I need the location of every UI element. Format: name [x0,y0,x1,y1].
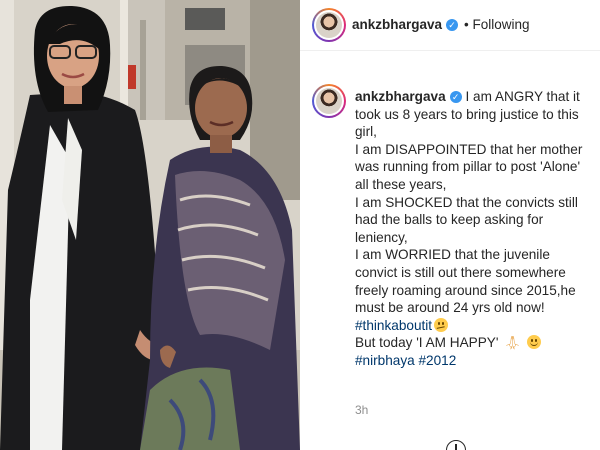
caption-line-5: was running from pillar to post 'Alone' [355,159,581,175]
caption-line-6: all these years, [355,176,447,192]
hashtag-2012[interactable]: #2012 [419,353,457,368]
caption-line-1: I am ANGRY that it [465,89,580,104]
header-username-link[interactable]: ankzbhargava ✓ [352,17,459,32]
post-panel: ankzbhargava ✓ • Following ankzbhargava ✓ … [300,0,600,450]
post-photo [0,0,300,450]
caption-line-7: I am SHOCKED that the convicts still [355,194,578,210]
smiling-face-emoji [526,335,541,350]
verified-badge-icon: ✓ [446,19,459,31]
caption-line-13: must be around 24 yrs old now! [355,300,545,316]
following-label[interactable]: Following [472,17,529,32]
hashtag-nirbhaya[interactable]: #nirbhaya [355,353,415,368]
caption-line-10: I am WORRIED that the juvenile [355,247,550,263]
post-header: ankzbhargava ✓ • Following [300,0,600,51]
caption-line-8: had the balls to keep asking for [355,212,544,228]
add-circle-icon[interactable] [446,440,466,450]
caption-line-12: freely roaming around since 2015,he [355,282,576,298]
caption-line-11: convict is still out there somewhere [355,264,566,280]
header-username[interactable]: ankzbhargava [352,17,442,32]
caption-line-2: took us 8 years to bring justice to this [355,106,579,122]
caption-username[interactable]: ankzbhargava [355,89,446,104]
following-button[interactable]: • Following [464,17,530,32]
caption-happy-line: But today 'I AM HAPPY' [355,335,503,351]
post-timestamp[interactable]: 3h [355,403,368,417]
thinking-face-emoji [434,317,449,332]
folded-hands-emoji: 🙏︎ [504,335,521,351]
photo-illustration [0,0,300,450]
hashtag-thinkaboutit[interactable]: #thinkaboutit [355,318,432,333]
post-caption: ankzbhargava ✓ I am ANGRY that it took us… [355,88,600,370]
caption-line-4: I am DISAPPOINTED that her mother [355,141,583,157]
caption-line-9: leniency, [355,229,408,245]
caption-line-3: girl, [355,124,377,140]
author-avatar[interactable] [312,8,346,42]
caption-author-avatar[interactable] [312,84,346,118]
caption-verified-badge-icon: ✓ [449,91,462,103]
